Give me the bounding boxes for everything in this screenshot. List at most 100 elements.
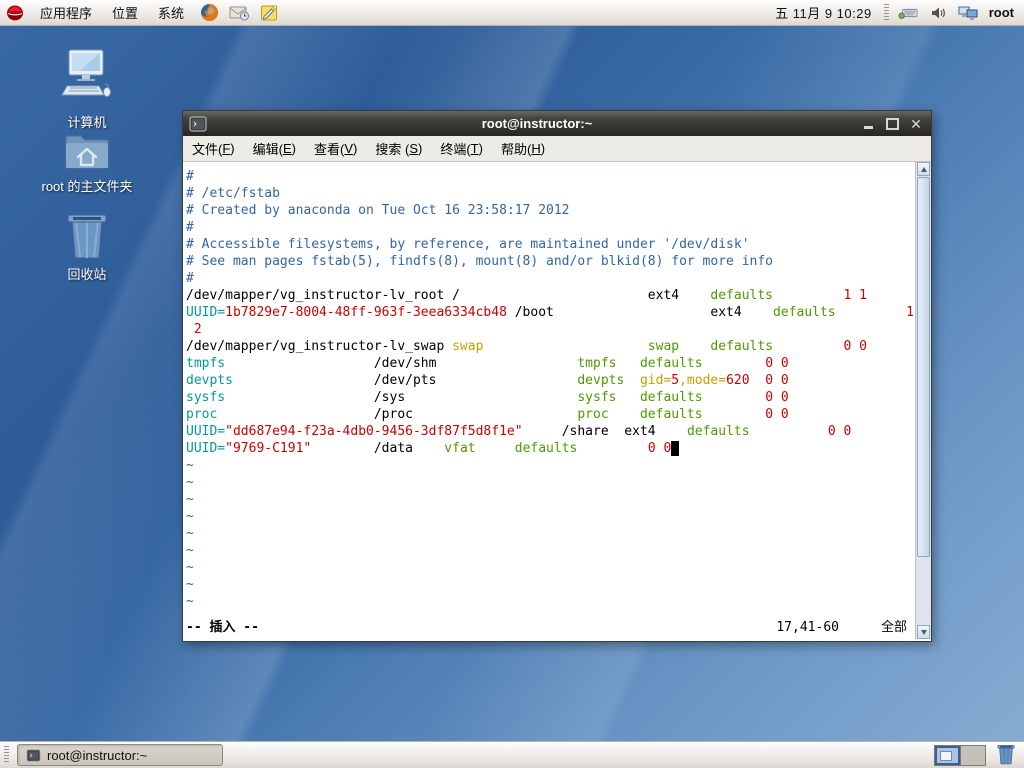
vim-text-segment: vfat: [444, 441, 476, 456]
vim-text-segment: [703, 390, 766, 405]
firefox-launcher-icon[interactable]: [199, 3, 219, 23]
taskbar-drag-handle[interactable]: [4, 746, 9, 764]
vim-text-segment: [773, 288, 843, 303]
vim-text-segment: ~: [186, 577, 194, 592]
vim-text-segment: ,mode=: [679, 373, 727, 388]
vim-text-segment: defaults: [639, 356, 703, 371]
vim-text-segment: ~: [186, 526, 194, 541]
vim-status-line: -- 插入 -- 17,41-60 全部: [186, 619, 913, 636]
vim-text-segment: 620: [726, 373, 750, 388]
trash-icon: [67, 214, 107, 259]
vim-text-segment: ~: [186, 492, 194, 507]
vim-text-segment: defaults: [773, 305, 836, 320]
maximize-button[interactable]: [885, 117, 899, 131]
vim-text-segment: ~: [186, 543, 194, 558]
menu-item-2[interactable]: 查看(V): [305, 136, 366, 161]
vim-text-segment: [703, 407, 766, 422]
vim-text-segment: 0 0: [765, 373, 789, 388]
workspace-1[interactable]: [935, 745, 960, 765]
vim-text-segment: /sys: [225, 390, 578, 405]
vim-text-segment: #: [186, 169, 194, 184]
scrollbar-down-arrow[interactable]: [917, 625, 930, 639]
vim-text-segment: ext4: [459, 288, 711, 303]
vim-text-segment: # See man pages fstab(5), findfs(8), mou…: [186, 254, 773, 269]
window-title: root@instructor:~: [481, 116, 593, 131]
vim-text-segment: /share ext4: [522, 424, 687, 439]
redhat-menu-icon[interactable]: [5, 3, 25, 23]
terminal-task-icon: [26, 748, 41, 762]
computer-icon: [61, 49, 111, 97]
vim-text-segment: [624, 373, 640, 388]
vim-text-segment: defaults: [639, 407, 703, 422]
tray-drag-handle[interactable]: [883, 3, 889, 22]
panel-trash-icon[interactable]: [996, 743, 1016, 768]
menu-item-5[interactable]: 帮助(H): [492, 136, 554, 161]
panel-clock[interactable]: 五 11月 9 10:29: [767, 3, 880, 22]
vim-text-segment: 5: [671, 373, 680, 388]
notes-launcher-icon[interactable]: [259, 3, 279, 23]
vim-text-segment: 1: [906, 305, 914, 320]
vim-text-segment: # Created by anaconda on Tue Oct 16 23:5…: [186, 203, 570, 218]
menu-item-1[interactable]: 编辑(E): [244, 136, 305, 161]
vim-text-segment: tmpfs: [577, 356, 617, 371]
scrollbar-thumb[interactable]: [917, 177, 930, 557]
vim-text-segment: 0 0: [765, 356, 789, 371]
vim-text-segment: defaults: [514, 441, 578, 456]
volume-icon[interactable]: [928, 3, 948, 23]
vim-text-segment: gid=: [639, 373, 672, 388]
vim-text-segment: /proc: [217, 407, 578, 422]
close-button[interactable]: ✕: [909, 117, 923, 131]
minimize-button[interactable]: [861, 117, 875, 131]
vim-text-segment: UUID=: [186, 424, 226, 439]
menu-item-4[interactable]: 终端(T): [431, 136, 492, 161]
vim-text-segment: ~: [186, 560, 194, 575]
applications-menu[interactable]: 应用程序: [30, 0, 102, 25]
terminal-window: root@instructor:~ ✕ 文件(F) 编辑(E) 查看(V) 搜索 (S…: [182, 110, 932, 642]
workspace-switcher: [934, 744, 986, 766]
terminal-menubar: 文件(F) 编辑(E) 查看(V) 搜索 (S) 终端(T) 帮助(H): [183, 136, 931, 162]
places-menu[interactable]: 位置: [102, 0, 148, 25]
scrollbar-up-arrow[interactable]: [917, 162, 930, 176]
vim-text-segment: defaults: [710, 288, 774, 303]
vim-text-segment: 2: [186, 322, 202, 337]
vim-text-segment: [750, 424, 828, 439]
vim-text-segment: ~: [186, 594, 194, 609]
terminal-window-icon: [189, 116, 207, 132]
taskbar-window-button[interactable]: root@instructor:~: [17, 744, 223, 766]
desktop-icon-home[interactable]: root 的主文件夹: [27, 130, 147, 195]
vim-text-segment: /data: [311, 441, 445, 456]
vim-text-segment: 0 0: [647, 441, 672, 456]
desktop-icon-computer[interactable]: 计算机: [27, 48, 147, 131]
vim-text-segment: /boot ext4: [506, 305, 774, 320]
vim-text-segment: #: [186, 271, 194, 286]
vim-text-segment: [616, 356, 639, 371]
vim-text-segment: devpts: [186, 373, 233, 388]
menu-item-0[interactable]: 文件(F): [183, 136, 244, 161]
network-icon[interactable]: [958, 3, 978, 23]
system-menu[interactable]: 系统: [148, 0, 194, 25]
bottom-panel: root@instructor:~: [0, 741, 1024, 768]
terminal-scrollbar[interactable]: [915, 162, 931, 639]
menu-item-3[interactable]: 搜索 (S): [366, 136, 431, 161]
terminal-screen[interactable]: # # /etc/fstab # Created by anaconda on …: [183, 162, 931, 639]
evolution-launcher-icon[interactable]: [229, 3, 250, 23]
panel-username[interactable]: root: [983, 5, 1024, 20]
input-method-icon[interactable]: [898, 3, 918, 23]
vim-text-segment: /dev/shm: [225, 356, 578, 371]
vim-text-segment: [476, 441, 515, 456]
vim-text-segment: [773, 339, 843, 354]
vim-text-segment: 0 0: [843, 339, 867, 354]
vim-text-segment: 0 0: [765, 390, 789, 405]
vim-text-segment: swap: [452, 339, 484, 354]
vim-text-segment: sysfs: [577, 390, 617, 405]
vim-text-segment: UUID=: [186, 305, 226, 320]
desktop-icon-trash[interactable]: 回收站: [27, 210, 147, 283]
vim-text-segment: ~: [186, 475, 194, 490]
vim-text-segment: # Accessible filesystems, by reference, …: [186, 237, 750, 252]
workspace-2[interactable]: [960, 745, 985, 765]
vim-text-segment: [609, 407, 640, 422]
vim-text-segment: [577, 441, 647, 456]
workspace-window-thumb: [940, 750, 952, 761]
window-titlebar[interactable]: root@instructor:~ ✕: [183, 111, 931, 136]
vim-text-segment: [679, 339, 710, 354]
